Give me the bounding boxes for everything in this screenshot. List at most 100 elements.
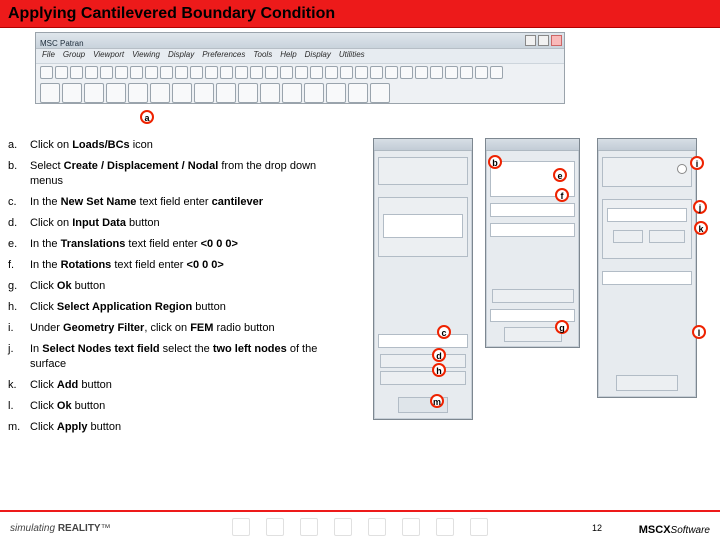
maximize-icon[interactable] [538,35,549,46]
instruction-row: e.In the Translations text field enter <… [8,237,348,252]
footer-icon [402,518,420,536]
close-icon[interactable] [551,35,562,46]
app-button[interactable] [194,83,214,103]
app-button[interactable] [216,83,236,103]
app-button[interactable] [326,83,346,103]
toolbar-button[interactable] [175,66,188,79]
application-region-field[interactable] [602,271,692,285]
input-data-button[interactable] [380,354,466,368]
instruction-label: j. [8,342,30,372]
footer-icon [436,518,454,536]
toolbar-button[interactable] [280,66,293,79]
instruction-text: In the New Set Name text field enter can… [30,195,348,210]
menu-item[interactable]: Preferences [202,50,245,62]
instruction-row: h.Click Select Application Region button [8,300,348,315]
toolbar-button[interactable] [295,66,308,79]
toolbar-button[interactable] [145,66,158,79]
footer-icon [300,518,318,536]
ok-button-input-data[interactable] [504,327,562,342]
geometry-filter-box [602,157,692,187]
select-nodes-field[interactable] [607,208,687,222]
toolbar-button[interactable] [460,66,473,79]
instruction-row: k.Click Add button [8,378,348,393]
toolbar-button[interactable] [40,66,53,79]
action-object-dropdowns[interactable] [378,157,468,185]
toolbar-button[interactable] [490,66,503,79]
menu-item[interactable]: Tools [253,50,272,62]
menu-item[interactable]: Display [305,50,331,62]
add-button[interactable] [613,230,643,243]
minimize-icon[interactable] [525,35,536,46]
toolbar-button[interactable] [85,66,98,79]
app-button[interactable] [128,83,148,103]
instruction-label: l. [8,399,30,414]
instruction-label: g. [8,279,30,294]
toolbar-button[interactable] [400,66,413,79]
app-button[interactable] [260,83,280,103]
brand-x: X [663,524,670,536]
marker-j: j [693,200,707,214]
toolbar-button[interactable] [265,66,278,79]
instruction-text: Click Apply button [30,420,348,435]
patran-toolbar-row-1 [36,64,564,81]
app-button[interactable] [282,83,302,103]
panel-input-data [485,138,580,348]
toolbar-button[interactable] [310,66,323,79]
toolbar-button[interactable] [70,66,83,79]
toolbar-button[interactable] [115,66,128,79]
toolbar-button[interactable] [220,66,233,79]
toolbar-button[interactable] [355,66,368,79]
app-button[interactable] [304,83,324,103]
instruction-label: h. [8,300,30,315]
ok-button-app-region[interactable] [616,375,678,391]
toolbar-button[interactable] [385,66,398,79]
menu-item[interactable]: Viewing [132,50,160,62]
instruction-text: In Select Nodes text field select the tw… [30,342,348,372]
app-button[interactable] [370,83,390,103]
toolbar-button[interactable] [415,66,428,79]
toolbar-button[interactable] [430,66,443,79]
toolbar-button[interactable] [475,66,488,79]
radio-fem[interactable] [677,164,687,174]
toolbar-button[interactable] [130,66,143,79]
toolbar-button[interactable] [205,66,218,79]
app-button[interactable] [238,83,258,103]
toolbar-button[interactable] [100,66,113,79]
select-application-region-button[interactable] [380,371,466,385]
remove-button[interactable] [649,230,685,243]
app-button[interactable] [62,83,82,103]
toolbar-button[interactable] [325,66,338,79]
toolbar-button[interactable] [370,66,383,79]
app-button[interactable] [150,83,170,103]
toolbar-button[interactable] [160,66,173,79]
toolbar-button[interactable] [190,66,203,79]
toolbar-button[interactable] [55,66,68,79]
instruction-row: l.Click Ok button [8,399,348,414]
toolbar-button[interactable] [235,66,248,79]
existing-sets-list[interactable] [383,214,463,238]
app-button[interactable] [84,83,104,103]
menu-item[interactable]: Display [168,50,194,62]
loads-bcs-icon[interactable] [106,83,126,103]
app-button[interactable] [40,83,60,103]
fem-dependent-data-button[interactable] [492,289,574,303]
menu-item[interactable]: Utilities [339,50,365,62]
new-set-name-field[interactable] [378,334,468,348]
slide-title: Applying Cantilevered Boundary Condition [0,0,720,28]
menu-item[interactable]: Help [280,50,296,62]
patran-toolbar-row-2 [36,81,564,105]
rotations-field[interactable] [490,223,575,237]
instruction-text: In the Rotations text field enter <0 0 0… [30,258,348,273]
toolbar-button[interactable] [340,66,353,79]
toolbar-button[interactable] [445,66,458,79]
menu-item[interactable]: File [42,50,55,62]
instruction-row: c.In the New Set Name text field enter c… [8,195,348,210]
app-button[interactable] [348,83,368,103]
menu-item[interactable]: Group [63,50,85,62]
app-button[interactable] [172,83,192,103]
marker-l: l [692,325,706,339]
menu-item[interactable]: Viewport [93,50,124,62]
marker-e: e [553,168,567,182]
translations-field[interactable] [490,203,575,217]
toolbar-button[interactable] [250,66,263,79]
